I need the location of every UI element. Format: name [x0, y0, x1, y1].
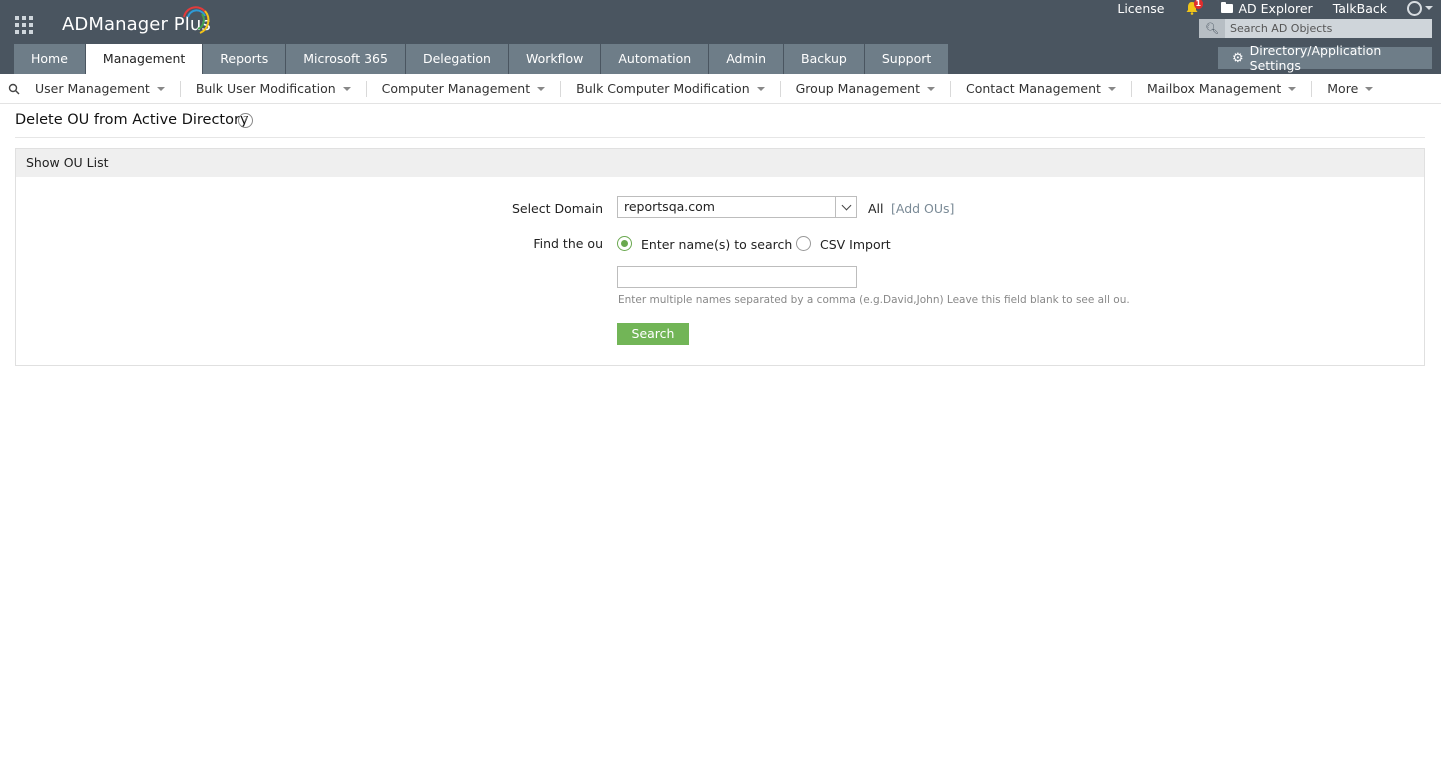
- subnav-label: More: [1327, 81, 1359, 96]
- user-menu[interactable]: [1407, 0, 1433, 16]
- chevron-down-icon: [1425, 6, 1433, 10]
- subnav-contact-management[interactable]: Contact Management: [951, 80, 1132, 97]
- directory-settings-label: Directory/Application Settings: [1249, 43, 1382, 73]
- ou-names-input[interactable]: [617, 266, 857, 288]
- all-domains-text: All: [868, 201, 884, 216]
- tab-microsoft-365[interactable]: Microsoft 365: [286, 44, 405, 74]
- radio-enter-names[interactable]: [617, 236, 632, 251]
- domain-select-toggle[interactable]: [835, 197, 856, 217]
- bell-icon: 1: [1185, 0, 1204, 15]
- ou-list-panel: Show OU List: [15, 148, 1425, 366]
- logo-arc-icon: [183, 6, 210, 34]
- tab-delegation[interactable]: Delegation: [405, 44, 508, 74]
- panel-title: Show OU List: [16, 149, 1424, 177]
- input-hint: Enter multiple names separated by a comm…: [618, 294, 1130, 306]
- chevron-down-icon: [927, 86, 935, 91]
- tab-admin[interactable]: Admin: [709, 44, 784, 74]
- help-icon[interactable]: ?: [238, 113, 253, 128]
- app-grid-icon[interactable]: [15, 16, 33, 34]
- ad-search-box: 🔍︎: [1199, 19, 1432, 38]
- tab-reports[interactable]: Reports: [203, 44, 286, 74]
- directory-settings-button[interactable]: ⚙ Directory/Application Settings: [1218, 43, 1432, 73]
- subnav-label: Group Management: [795, 81, 920, 96]
- sub-navigation: User Management Bulk User Modification C…: [0, 74, 1441, 104]
- chevron-down-icon: [756, 86, 765, 91]
- user-avatar-icon: [1407, 0, 1422, 16]
- chevron-down-icon: [1107, 86, 1116, 91]
- subnav-computer-management[interactable]: Computer Management: [367, 80, 562, 97]
- tab-management[interactable]: Management: [85, 44, 203, 74]
- tab-home[interactable]: Home: [14, 44, 85, 74]
- talkback-link[interactable]: TalkBack: [1333, 1, 1387, 16]
- subnav-label: Computer Management: [381, 81, 531, 96]
- subnav-label: Bulk User Modification: [195, 81, 336, 96]
- radio-enter-names-label[interactable]: Enter name(s) to search: [641, 237, 792, 252]
- domain-select-value: reportsqa.com: [624, 199, 715, 214]
- quick-search-icon[interactable]: [8, 83, 20, 95]
- subnav-user-management[interactable]: User Management: [20, 80, 181, 97]
- chevron-down-icon: [1365, 86, 1374, 91]
- select-domain-label: Select Domain: [511, 201, 603, 216]
- tab-workflow[interactable]: Workflow: [508, 44, 601, 74]
- subnav-more[interactable]: More: [1312, 81, 1388, 97]
- search-icon[interactable]: 🔍︎: [1199, 19, 1225, 38]
- folder-icon: [1220, 1, 1233, 13]
- tab-backup[interactable]: Backup: [784, 44, 864, 74]
- page-title: Delete OU from Active Directory: [15, 112, 249, 128]
- ad-explorer-link[interactable]: AD Explorer: [1220, 0, 1313, 16]
- notification-badge: 1: [1193, 0, 1204, 9]
- subnav-label: Contact Management: [966, 81, 1101, 96]
- chevron-down-icon: [841, 200, 851, 210]
- subnav-mailbox-management[interactable]: Mailbox Management: [1132, 80, 1313, 97]
- subnav-group-management[interactable]: Group Management: [781, 80, 951, 97]
- domain-select[interactable]: reportsqa.com: [617, 196, 857, 218]
- top-header: ADManager Plus License 1 AD Explorer Tal…: [0, 0, 1441, 74]
- license-link[interactable]: License: [1117, 1, 1164, 16]
- chevron-down-icon: [1288, 86, 1297, 91]
- ad-explorer-label: AD Explorer: [1238, 0, 1313, 16]
- main-tabs: Home Management Reports Microsoft 365 De…: [14, 44, 949, 74]
- chevron-down-icon: [537, 86, 546, 91]
- chevron-down-icon: [156, 86, 165, 91]
- search-button[interactable]: Search: [617, 323, 689, 345]
- find-ou-label: Find the ou: [533, 236, 603, 251]
- tab-automation[interactable]: Automation: [601, 44, 709, 74]
- subnav-bulk-user-modification[interactable]: Bulk User Modification: [181, 80, 367, 97]
- chevron-down-icon: [342, 86, 351, 91]
- ad-search-input[interactable]: [1225, 19, 1425, 38]
- subnav-label: Mailbox Management: [1146, 81, 1282, 96]
- subnav-bulk-computer-modification[interactable]: Bulk Computer Modification: [561, 80, 781, 97]
- gear-icon: ⚙: [1232, 50, 1244, 66]
- radio-csv-import-label[interactable]: CSV Import: [820, 237, 891, 252]
- notifications-button[interactable]: 1: [1185, 0, 1204, 15]
- subnav-label: User Management: [35, 81, 150, 96]
- header-links: License 1 AD Explorer TalkBack: [1097, 0, 1433, 16]
- subnav-label: Bulk Computer Modification: [576, 81, 750, 96]
- radio-csv-import[interactable]: [796, 236, 811, 251]
- divider: [15, 137, 1425, 138]
- add-ous-link[interactable]: [Add OUs]: [891, 201, 954, 216]
- tab-support[interactable]: Support: [864, 44, 949, 74]
